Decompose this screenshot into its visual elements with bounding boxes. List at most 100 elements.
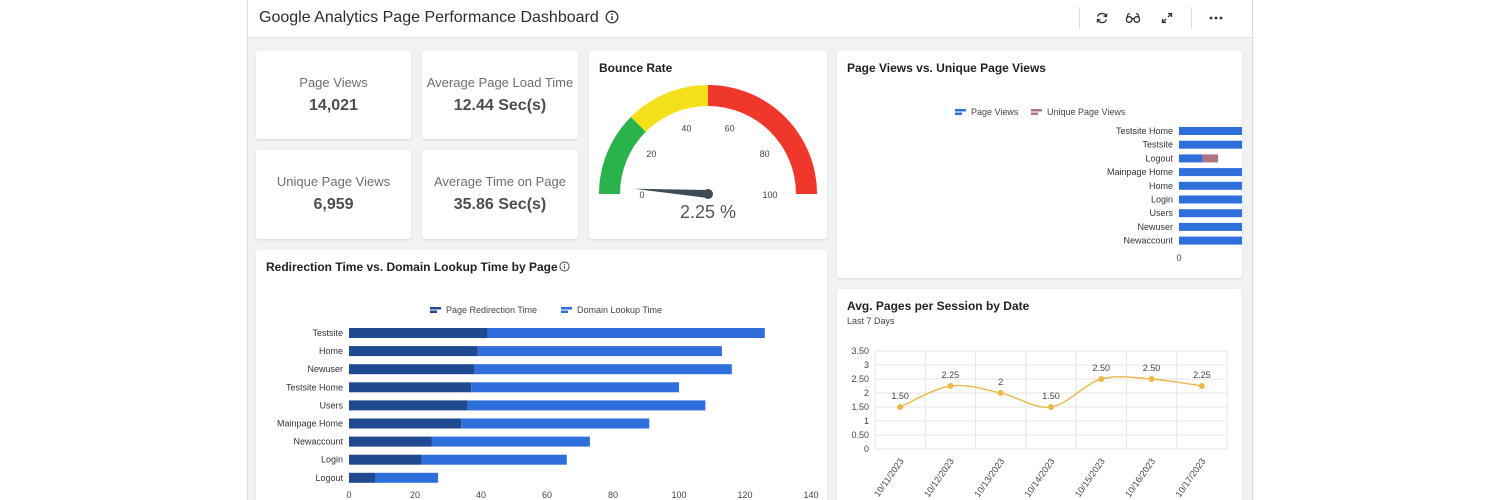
x-tick-label: 120 [737, 490, 752, 500]
legend-swatch [430, 310, 437, 313]
legend-swatch [430, 307, 441, 310]
expand-button[interactable] [1158, 9, 1176, 27]
bar-segment [349, 400, 468, 411]
bar-segment [349, 328, 488, 338]
pages-per-session-card[interactable]: Avg. Pages per Session by Date Last 7 Da… [837, 289, 1242, 500]
redirection-chart-card[interactable]: Redirection Time vs. Domain Lookup Time … [256, 250, 827, 500]
bar-segment [1179, 140, 1242, 149]
gauge-tick-label: 0 [639, 190, 644, 200]
bar-segment [1179, 222, 1242, 231]
category-label: Users [319, 400, 343, 410]
gauge-tick-label: 60 [725, 123, 735, 133]
redirection-bar-chart: Page Redirection Time Domain Lookup Time T… [277, 305, 819, 500]
gauge-band [630, 85, 708, 132]
bounce-rate-gauge: 0 20 40 60 80 100 2.25 % [599, 85, 817, 222]
gauge-tick-label: 100 [762, 190, 777, 200]
bar-segment [467, 400, 706, 411]
kpi-label: Page Views [299, 75, 368, 90]
kpi-label: Unique Page Views [276, 174, 391, 189]
x-tick-label: 40 [476, 490, 486, 500]
x-tick-label: 10/12/2023 [922, 456, 956, 499]
gauge-tick-label: 40 [681, 123, 691, 133]
category-label: Mainpage Home [1107, 167, 1173, 177]
x-tick-label: 10/15/2023 [1073, 456, 1107, 499]
category-label: Login [321, 455, 343, 465]
legend-swatch [955, 112, 962, 115]
toolbar-divider [1079, 7, 1080, 29]
category-label: Login [1151, 195, 1173, 205]
bar-segment [487, 328, 765, 338]
data-label: 1.50 [891, 391, 909, 401]
expand-icon [1161, 12, 1173, 24]
data-label: 2 [998, 377, 1003, 387]
preview-button[interactable] [1124, 9, 1142, 27]
dashboard: Google Analytics Page Performance Dashbo… [247, 0, 1253, 500]
info-icon[interactable] [605, 10, 619, 24]
bar-segment [375, 472, 439, 483]
kpi-label: Average Time on Page [433, 174, 566, 189]
legend-swatch [955, 109, 966, 112]
category-label: Logout [315, 473, 343, 483]
y-tick-label: 3 [864, 360, 869, 370]
legend-label: Unique Page Views [1047, 107, 1126, 117]
more-icon [1209, 16, 1223, 20]
legend-label: Domain Lookup Time [577, 305, 662, 315]
y-tick-label: 2 [864, 388, 869, 398]
bar-segment [1179, 209, 1242, 218]
x-tick-label: 0 [1176, 253, 1181, 263]
bar-segment [1179, 181, 1242, 190]
category-label: Testsite [1142, 140, 1173, 150]
kpi-value: 35.86 Sec(s) [453, 196, 547, 213]
data-point [1198, 383, 1205, 389]
category-label: Home [319, 346, 343, 356]
data-point [1148, 376, 1155, 382]
x-tick-label: 80 [608, 490, 618, 500]
bar-segment [349, 346, 478, 357]
legend-swatch [561, 310, 568, 313]
dashboard-header: Google Analytics Page Performance Dashbo… [248, 0, 1252, 38]
refresh-button[interactable] [1093, 9, 1111, 27]
y-tick-label: 0.50 [851, 430, 869, 440]
x-tick-label: 0 [346, 490, 351, 500]
category-label: Testsite [312, 328, 343, 338]
bar-segment [1179, 195, 1242, 204]
bounce-rate-card[interactable]: Bounce Rate 0 20 40 60 80 100 2.25 % [589, 51, 827, 239]
category-label: Newaccount [1123, 236, 1173, 246]
kpi-average-time-on-page[interactable]: Average Time on Page 35.86 Sec(s) [422, 150, 578, 239]
y-tick-label: 2.50 [851, 374, 869, 384]
page-views-chart-card[interactable]: Page Views vs. Unique Page Views Page Vi… [837, 51, 1242, 278]
data-label: 1.50 [1042, 391, 1060, 401]
category-label: Testsite Home [1116, 126, 1173, 136]
y-tick-label: 1 [864, 416, 869, 426]
kpi-value: 6,959 [313, 196, 354, 213]
x-tick-label: 140 [803, 490, 818, 500]
gauge-hub [703, 189, 713, 199]
kpi-unique-page-views[interactable]: Unique Page Views 6,959 [256, 150, 411, 239]
bar-segment [1202, 154, 1219, 163]
y-tick-label: 1.50 [851, 402, 869, 412]
gauge-tick-label: 20 [646, 149, 656, 159]
data-point [1048, 404, 1054, 410]
kpi-value: 14,021 [309, 97, 358, 114]
y-tick-label: 3.50 [851, 346, 869, 356]
gauge-tick-label: 80 [760, 149, 770, 159]
gauge-value-label: 2.25 % [680, 202, 736, 222]
data-label: 2.50 [1143, 363, 1161, 373]
bar-segment [431, 436, 590, 447]
category-label: Home [1149, 181, 1173, 191]
data-point [997, 390, 1004, 396]
data-label: 2.25 [942, 370, 960, 380]
legend-label: Page Views [971, 107, 1019, 117]
more-options-button[interactable] [1207, 9, 1225, 27]
legend-swatch [1031, 109, 1042, 112]
bar-segment [421, 454, 567, 465]
kpi-average-page-load-time[interactable]: Average Page Load Time 12.44 Sec(s) [422, 51, 578, 139]
bar-segment [474, 364, 732, 375]
glasses-icon [1125, 13, 1141, 23]
category-label: Users [1149, 208, 1173, 218]
bar-segment [1179, 127, 1242, 135]
gauge-band [708, 85, 817, 194]
bar-segment [349, 382, 472, 393]
category-label: Mainpage Home [277, 419, 343, 429]
kpi-page-views[interactable]: Page Views 14,021 [256, 51, 411, 139]
